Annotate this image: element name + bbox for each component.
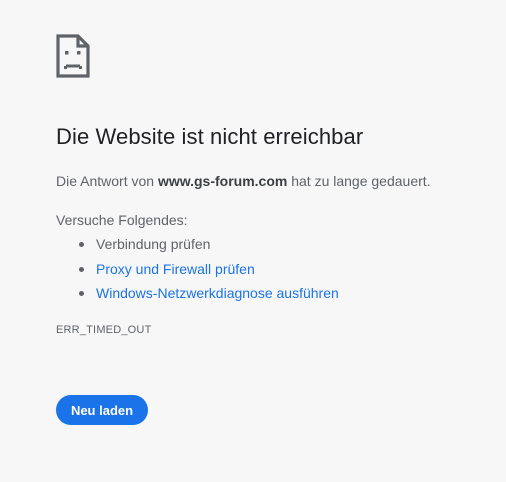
error-page: Die Website ist nicht erreichbar Die Ant…	[0, 0, 506, 482]
reload-button[interactable]: Neu laden	[56, 395, 148, 425]
summary-prefix: Die Antwort von	[56, 173, 158, 189]
page-title: Die Website ist nicht erreichbar	[56, 124, 364, 149]
error-summary: Die Antwort von www.gs-forum.com hat zu …	[56, 173, 431, 189]
error-code: ERR_TIMED_OUT	[56, 324, 152, 336]
bullet-icon	[79, 266, 84, 272]
proxy-firewall-link[interactable]: Proxy und Firewall prüfen	[96, 261, 255, 277]
suggestion-item-network-diagnostics[interactable]: Windows-Netzwerkdiagnose ausführen	[56, 282, 339, 307]
summary-host: www.gs-forum.com	[157, 173, 288, 189]
summary-suffix: hat zu lange gedauert.	[287, 173, 431, 189]
bullet-icon	[79, 291, 84, 296]
bullet-icon	[79, 242, 84, 247]
suggestion-item-proxy-firewall[interactable]: Proxy und Firewall prüfen	[56, 258, 339, 283]
suggestion-item-check-connection: Verbindung prüfen	[56, 233, 339, 258]
suggestions-heading: Versuche Folgendes:	[56, 212, 188, 228]
suggestion-label: Verbindung prüfen	[96, 236, 211, 252]
suggestions-list: Verbindung prüfen Proxy und Firewall prü…	[56, 233, 339, 307]
sad-document-icon	[56, 34, 90, 78]
network-diagnostics-link[interactable]: Windows-Netzwerkdiagnose ausführen	[96, 285, 339, 301]
